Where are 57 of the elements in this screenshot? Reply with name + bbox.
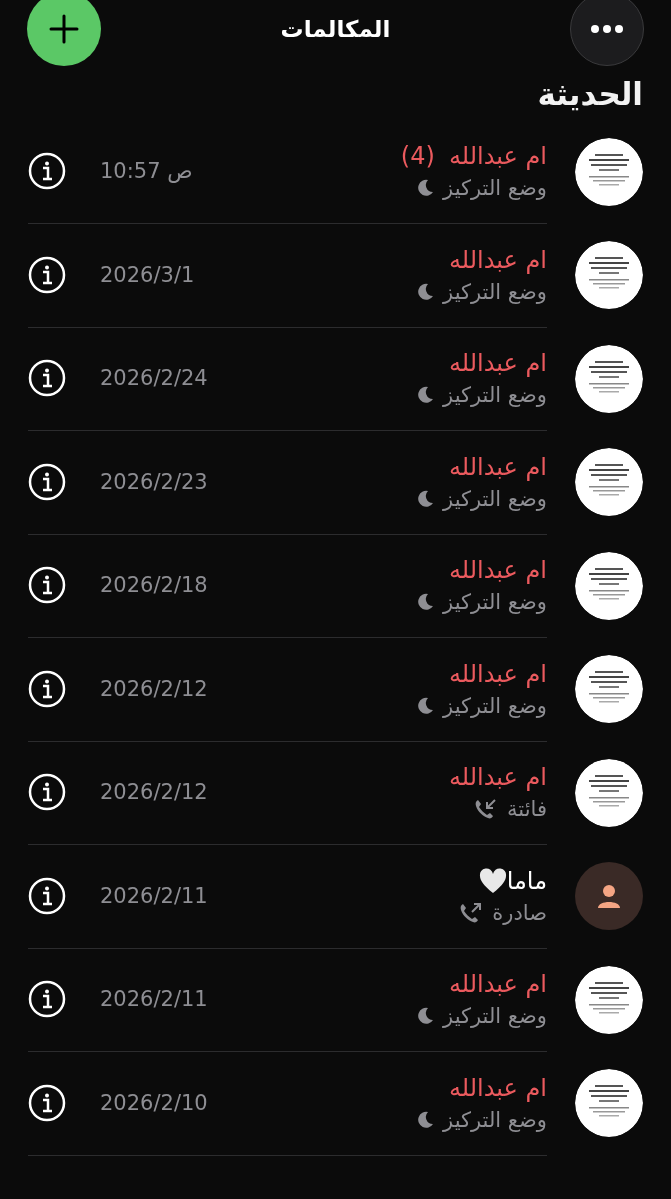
info-button[interactable] — [28, 1083, 66, 1122]
add-button[interactable] — [27, 0, 101, 66]
call-detail: وضع التركيز — [443, 590, 547, 615]
more-icon — [591, 25, 623, 33]
info-icon — [28, 462, 66, 501]
info-icon — [28, 152, 66, 191]
call-time: 2026/3/1 — [100, 262, 195, 287]
section-title: الحديثة — [536, 75, 644, 114]
call-time: 2026/2/18 — [100, 573, 208, 598]
call-time: 10:57 ص — [100, 159, 193, 184]
call-detail: وضع التركيز — [443, 1004, 547, 1029]
info-button[interactable] — [28, 669, 66, 708]
info-button[interactable] — [28, 359, 66, 398]
info-icon — [28, 566, 66, 605]
call-count: (4) — [400, 142, 435, 171]
call-detail: فائتة — [507, 797, 547, 822]
caller-name: ام عبدالله — [448, 1073, 547, 1102]
call-time: 2026/2/10 — [100, 1090, 208, 1115]
call-detail: وضع التركيز — [443, 693, 547, 718]
call-detail: وضع التركيز — [443, 176, 547, 201]
caller-name: ام عبدالله — [448, 142, 547, 171]
info-button[interactable] — [28, 566, 66, 605]
info-button[interactable] — [28, 255, 66, 294]
caller-name: ام عبدالله — [448, 245, 547, 274]
caller-name: ام عبدالله — [448, 452, 547, 481]
info-icon — [28, 255, 66, 294]
caller-name: ام عبدالله — [448, 970, 547, 999]
call-time: 2026/2/12 — [100, 676, 208, 701]
call-detail: وضع التركيز — [443, 279, 547, 304]
caller-name: ام عبدالله — [448, 763, 547, 792]
call-detail: وضع التركيز — [443, 383, 547, 408]
caller-name: ماما — [506, 866, 547, 895]
info-button[interactable] — [28, 462, 66, 501]
call-time: 2026/2/23 — [100, 469, 208, 494]
caller-name: ام عبدالله — [448, 659, 547, 688]
info-icon — [28, 669, 66, 708]
info-button[interactable] — [28, 876, 66, 915]
person-icon — [596, 883, 622, 910]
info-icon — [28, 876, 66, 915]
caller-name: ام عبدالله — [448, 349, 547, 378]
call-time: 2026/2/24 — [100, 366, 208, 391]
call-time: 2026/2/11 — [100, 883, 208, 908]
call-detail: وضع التركيز — [443, 486, 547, 511]
call-time: 2026/2/12 — [100, 780, 208, 805]
caller-name: ام عبدالله — [448, 556, 547, 585]
info-button[interactable] — [28, 773, 66, 812]
info-button[interactable] — [28, 980, 66, 1019]
info-button[interactable] — [28, 152, 66, 191]
plus-icon — [49, 14, 79, 44]
info-icon — [28, 1083, 66, 1122]
info-icon — [28, 359, 66, 398]
info-icon — [28, 980, 66, 1019]
call-detail: صادرة — [492, 900, 547, 925]
call-detail: وضع التركيز — [443, 1107, 547, 1132]
info-icon — [28, 773, 66, 812]
screen-title: المكالمات — [280, 16, 391, 42]
call-time: 2026/2/11 — [100, 987, 208, 1012]
